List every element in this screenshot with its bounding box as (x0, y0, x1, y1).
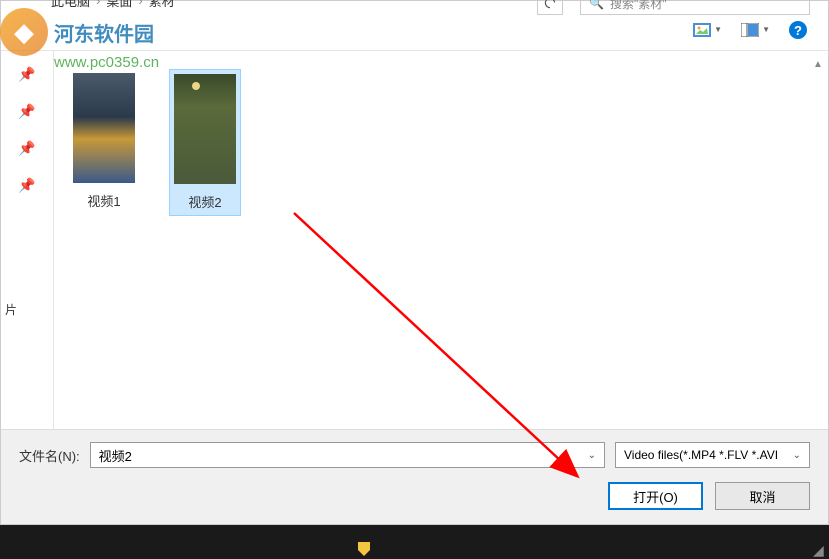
search-placeholder: 搜索"素材" (610, 1, 667, 9)
sidebar-item-label[interactable]: 片 (5, 301, 17, 318)
file-filter-select[interactable]: Video files(*.MP4 *.FLV *.AVI ⌄ (615, 442, 810, 468)
chevron-down-icon: ⌄ (588, 450, 596, 461)
breadcrumb-part[interactable]: 此电脑 (51, 1, 90, 9)
breadcrumb[interactable]: 此电脑 › 桌面 › 素材 (51, 1, 175, 9)
open-button[interactable]: 打开(O) (608, 482, 703, 510)
help-button[interactable]: ? (788, 20, 808, 40)
filename-value: 视频2 (99, 446, 132, 465)
video-thumbnail (73, 73, 135, 183)
chevron-right-icon: › (96, 1, 100, 8)
search-icon: 🔍 (589, 1, 604, 9)
pin-icon[interactable]: 📌 (18, 140, 35, 157)
cancel-button[interactable]: 取消 (715, 482, 810, 510)
layout-button[interactable]: ▼ (740, 20, 770, 40)
chevron-down-icon: ⌄ (793, 450, 801, 461)
search-input[interactable]: 🔍 搜索"素材" (580, 1, 810, 9)
svg-text:?: ? (794, 23, 802, 38)
quick-access-sidebar: 📌 📌 📌 📌 (1, 51, 54, 429)
view-mode-button[interactable]: ▼ (692, 20, 722, 40)
chevron-down-icon: ▼ (714, 25, 722, 34)
layout-icon (740, 20, 760, 40)
file-label: 视频2 (188, 192, 221, 211)
filename-input[interactable]: 视频2 ⌄ (90, 442, 605, 468)
toolbar: ▼ ▼ ? (1, 9, 828, 51)
filename-label: 文件名(N): (19, 446, 80, 465)
pin-icon[interactable]: 📌 (18, 66, 35, 83)
breadcrumb-part[interactable]: 素材 (149, 1, 175, 9)
file-label: 视频1 (87, 191, 120, 210)
file-item-video2[interactable]: 视频2 (169, 69, 241, 216)
refresh-button[interactable] (537, 1, 563, 9)
picture-icon (692, 20, 712, 40)
video-thumbnail (174, 74, 236, 184)
chevron-down-icon: ▼ (762, 25, 770, 34)
filter-value: Video files(*.MP4 *.FLV *.AVI (624, 448, 778, 462)
file-list[interactable]: ▲ 视频1 视频2 (54, 51, 828, 429)
timeline-playhead-icon (352, 540, 376, 558)
pin-icon[interactable]: 📌 (18, 177, 35, 194)
chevron-right-icon: › (138, 1, 142, 8)
pin-icon[interactable]: 📌 (18, 103, 35, 120)
open-label: 打开(O) (633, 487, 678, 506)
help-icon: ? (788, 20, 808, 40)
cancel-label: 取消 (749, 487, 775, 506)
bottom-panel: 文件名(N): 视频2 ⌄ Video files(*.MP4 *.FLV *.… (1, 429, 828, 524)
resize-grip[interactable]: ◢ (813, 542, 829, 558)
breadcrumb-part[interactable]: 桌面 (106, 1, 132, 9)
scroll-up-button[interactable]: ▲ (810, 59, 826, 75)
refresh-icon (543, 1, 557, 9)
file-item-video1[interactable]: 视频1 (69, 69, 139, 214)
